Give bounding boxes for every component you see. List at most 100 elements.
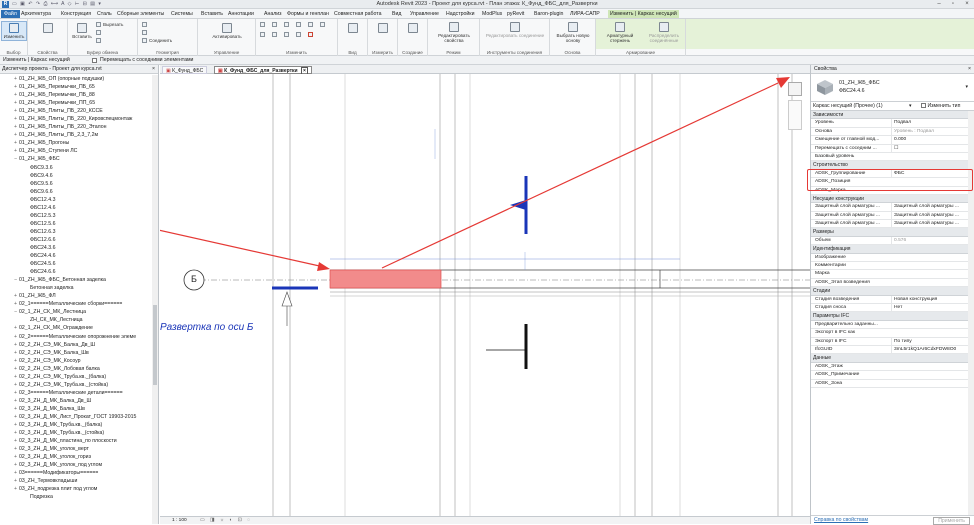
browser-group-item[interactable]: +02_2_ZH_СЭ_МК_Лобовая балка: [0, 365, 152, 373]
scale-button[interactable]: [284, 32, 291, 37]
mirror-button[interactable]: [308, 22, 315, 27]
tab-analyze[interactable]: Анализ: [264, 10, 282, 18]
property-value[interactable]: 3mL5r1kQ1Ar6CdxFDW8O0: [891, 345, 967, 354]
pick-new-host-button[interactable]: Выбрать новую основу: [552, 22, 594, 43]
property-row[interactable]: Стадия сноса Нет: [811, 303, 968, 313]
property-section-header[interactable]: Несущие конструкции: [811, 194, 968, 204]
browser-group-item[interactable]: −01_ZH_ЖБ_ФБС_Бетонная заделка: [0, 276, 152, 284]
property-row[interactable]: Уровень Подвал: [811, 119, 968, 128]
browser-group-item[interactable]: +02_2_ZH_СЭ_МК_Труба.кв._(стойка): [0, 381, 152, 389]
browser-leaf-item[interactable]: ФБС9.5.6: [0, 180, 152, 188]
property-value[interactable]: Защитный слой арматуры ...: [891, 211, 967, 220]
properties-button[interactable]: [36, 23, 60, 34]
tab-steel[interactable]: Сталь: [97, 10, 112, 18]
property-row[interactable]: Экспорт в IFC как: [811, 329, 968, 338]
browser-group-item[interactable]: +01_ZH_ЖБ_ОП (опорные подушки): [0, 75, 152, 83]
shadows-icon[interactable]: ◐: [230, 518, 235, 523]
browser-leaf-item[interactable]: ФБС24.6.6: [0, 268, 152, 276]
close-icon[interactable]: ×: [152, 65, 155, 74]
property-row[interactable]: Стадия возведения Новая конструкция: [811, 295, 968, 304]
edit-properties-button[interactable]: Редактировать свойства: [430, 22, 478, 43]
property-section-header[interactable]: Данные: [811, 354, 968, 363]
drawing-canvas[interactable]: Б Развертка по оси Б: [160, 74, 810, 516]
property-row[interactable]: ADSK_Этап возведения: [811, 279, 968, 288]
tab-file[interactable]: Файл: [1, 10, 20, 18]
browser-group-item[interactable]: −01_ZH_ЖБ_ФБС: [0, 155, 152, 163]
distribute-button[interactable]: Распределить соединённые: [642, 22, 686, 43]
property-row[interactable]: Изображение: [811, 254, 968, 263]
property-row[interactable]: Предварительно заданны...: [811, 321, 968, 330]
browser-group-item[interactable]: +01_ZH_ЖБ_Плиты_ПБ_220_Кировспецмонтаж: [0, 115, 152, 123]
browser-group-item[interactable]: +02_3_ZH_Д_МК_Труба.кв._(стойка): [0, 429, 152, 437]
property-row[interactable]: Марка: [811, 270, 968, 279]
chevron-down-icon[interactable]: ▾: [909, 102, 912, 111]
browser-leaf-item[interactable]: ФБС24.3.6: [0, 244, 152, 252]
sun-path-icon[interactable]: ☼: [220, 518, 226, 523]
browser-group-item[interactable]: +02_3_ZH_Д_МК_Балка_Дв_Ш: [0, 397, 152, 405]
join-button[interactable]: Соединить: [142, 38, 172, 43]
browser-group-item[interactable]: +03======Модификаторы======: [0, 469, 152, 477]
property-section-header[interactable]: Стадии: [811, 287, 968, 296]
tab-annotate[interactable]: Аннотации: [228, 10, 254, 18]
browser-leaf-item[interactable]: ФБС9.4.6: [0, 172, 152, 180]
tab-architecture[interactable]: Архитектура: [21, 10, 51, 18]
property-row[interactable]: Экспорт в IFC По типу: [811, 337, 968, 346]
property-value[interactable]: Защитный слой арматуры ...: [891, 220, 967, 228]
browser-leaf-item[interactable]: ФБС12.5.3: [0, 212, 152, 220]
tab-modplus[interactable]: ModPlus: [482, 10, 502, 18]
array-button[interactable]: [272, 32, 279, 37]
browser-leaf-item[interactable]: ФБС24.5.6: [0, 260, 152, 268]
property-value[interactable]: По типу: [891, 337, 967, 345]
tab-structure[interactable]: Конструкция: [61, 10, 91, 18]
minimize-icon[interactable]: –: [932, 0, 946, 9]
browser-group-item[interactable]: +02_2_ZH_СЭ_МК_Косоур: [0, 357, 152, 365]
property-row[interactable]: Комментарии: [811, 262, 968, 271]
tab-insert[interactable]: Вставить: [201, 10, 223, 18]
crop-icon[interactable]: ⊡: [238, 518, 244, 523]
hide-icon[interactable]: ◌: [247, 518, 252, 523]
browser-group-item[interactable]: +02_2_ZH_СЭ_МК_Балка_Шв: [0, 349, 152, 357]
create-button[interactable]: [404, 23, 422, 34]
browser-group-item[interactable]: +01_ZH_ЖБ_Плиты_ПБ_2,3_7,2м: [0, 131, 152, 139]
pin-button[interactable]: [296, 32, 303, 37]
navigation-bar[interactable]: [788, 100, 802, 130]
cut-button[interactable]: Вырезать: [96, 22, 123, 27]
property-row[interactable]: Защитный слой арматуры ... Защитный слой …: [811, 203, 968, 212]
browser-group-item[interactable]: +02_2_ZH_СЭ_МК_Балка_Дв_Ш: [0, 341, 152, 349]
browser-group-item[interactable]: +01_ZH_ЖБ_Перемычки_ПП_65: [0, 99, 152, 107]
property-value[interactable]: 0.576: [891, 236, 967, 245]
browser-group-item[interactable]: +01_ZH_ЖБ_Плиты_ПБ_220_КССЕ: [0, 107, 152, 115]
match-button[interactable]: [96, 38, 103, 43]
move-button[interactable]: [260, 22, 267, 27]
browser-group-item[interactable]: +02_1_ZH_СК_МК_Ограждение: [0, 324, 152, 332]
property-row[interactable]: Защитный слой арматуры ... Защитный слой …: [811, 220, 968, 229]
paste-button[interactable]: Вставить: [71, 23, 93, 39]
rotate-button[interactable]: [296, 22, 303, 27]
browser-leaf-item[interactable]: Бетонная заделка: [0, 284, 152, 292]
browser-leaf-item[interactable]: ZH_СК_МК_Лестница: [0, 316, 152, 324]
browser-leaf-item[interactable]: ФБС24.4.6: [0, 252, 152, 260]
tab-massing[interactable]: Формы и генплан: [287, 10, 329, 18]
property-row[interactable]: ADSK_Этаж: [811, 363, 968, 372]
browser-group-item[interactable]: +02_3_ZH_Д_МК_Балка_Шв: [0, 405, 152, 413]
browser-group-item[interactable]: +03_ZH_Термовкладыши: [0, 477, 152, 485]
browser-group-item[interactable]: +02_2_ZH_СЭ_МК_Труба.кв._(балка): [0, 373, 152, 381]
view-cube-icon[interactable]: [788, 82, 802, 96]
tab-view-fbs[interactable]: ▣ К_Фунд_ФБС: [162, 66, 208, 74]
tab-pyrevit[interactable]: pyRevit: [507, 10, 524, 18]
property-value[interactable]: Защитный слой арматуры ...: [891, 203, 967, 211]
browser-leaf-item[interactable]: ФБС12.6.3: [0, 228, 152, 236]
browser-leaf-item[interactable]: ФБС12.4.3: [0, 196, 152, 204]
browser-scroll-thumb[interactable]: [153, 305, 157, 385]
browser-group-item[interactable]: +03_ZH_подрезка плит под углом: [0, 485, 152, 493]
browser-leaf-item[interactable]: Подрезка: [0, 493, 152, 501]
move-with-nearby-checkbox[interactable]: [92, 58, 97, 63]
browser-group-item[interactable]: +02_3_ZH_Д_МК_уголок_под углом: [0, 461, 152, 469]
browser-group-item[interactable]: +02_3======Металлические детали======: [0, 389, 152, 397]
tab-baron[interactable]: Baron-plugin: [534, 10, 563, 18]
modify-button[interactable]: Изменить: [1, 21, 27, 41]
property-row[interactable]: Базовый уровень: [811, 153, 968, 162]
browser-group-item[interactable]: +02_1======Металлические сборки======: [0, 300, 152, 308]
detail-level-icon[interactable]: ▭: [200, 518, 207, 523]
browser-leaf-item[interactable]: ФБС12.4.6: [0, 204, 152, 212]
